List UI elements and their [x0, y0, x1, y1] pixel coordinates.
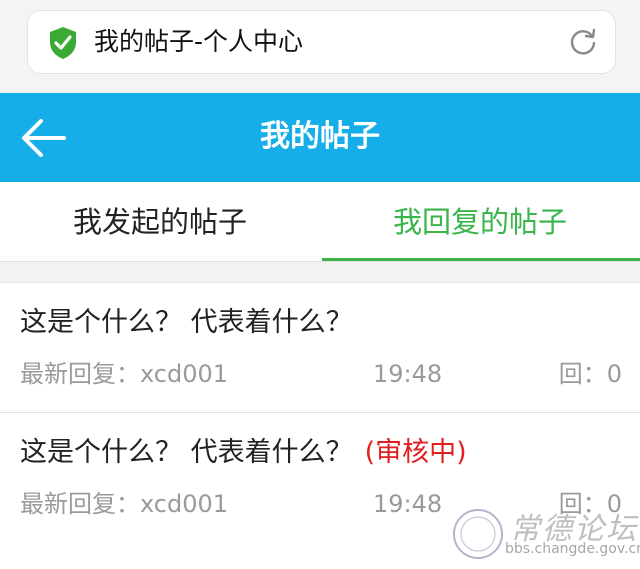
page-title: 我的帖子-个人中心 — [94, 27, 304, 56]
reply-count: 回：0 — [558, 360, 622, 388]
latest-reply: 最新回复：xcd001 — [20, 490, 229, 518]
reload-icon[interactable] — [567, 26, 599, 58]
tab-bar: 我发起的帖子 我回复的帖子 — [0, 182, 640, 262]
post-time: 19:48 — [373, 490, 443, 518]
post-title[interactable]: 这是个什么？ 代表着什么？ (审核中) — [20, 433, 467, 473]
section-gap — [0, 262, 640, 282]
post-title-text: 这是个什么？ 代表着什么？ — [20, 437, 353, 468]
shield-check-icon — [50, 27, 76, 59]
post-title-text: 这是个什么？ 代表着什么？ — [20, 307, 353, 338]
post-title[interactable]: 这是个什么？ 代表着什么？ — [20, 303, 365, 343]
tab-my-replies[interactable]: 我回复的帖子 — [320, 182, 640, 262]
status-badge: (审核中) — [364, 437, 467, 468]
tab-my-posts[interactable]: 我发起的帖子 — [0, 182, 320, 262]
latest-reply: 最新回复：xcd001 — [20, 360, 229, 388]
browser-address-bar: 我的帖子-个人中心 — [0, 0, 640, 93]
post-time: 19:48 — [373, 360, 443, 388]
watermark-url: bbs.changde.gov.cn — [505, 541, 640, 557]
app-header: 我的帖子 — [0, 93, 640, 182]
list-item[interactable]: 这是个什么？ 代表着什么？ 最新回复：xcd001 19:48 回：0 — [0, 283, 640, 412]
header-title: 我的帖子 — [260, 119, 380, 154]
